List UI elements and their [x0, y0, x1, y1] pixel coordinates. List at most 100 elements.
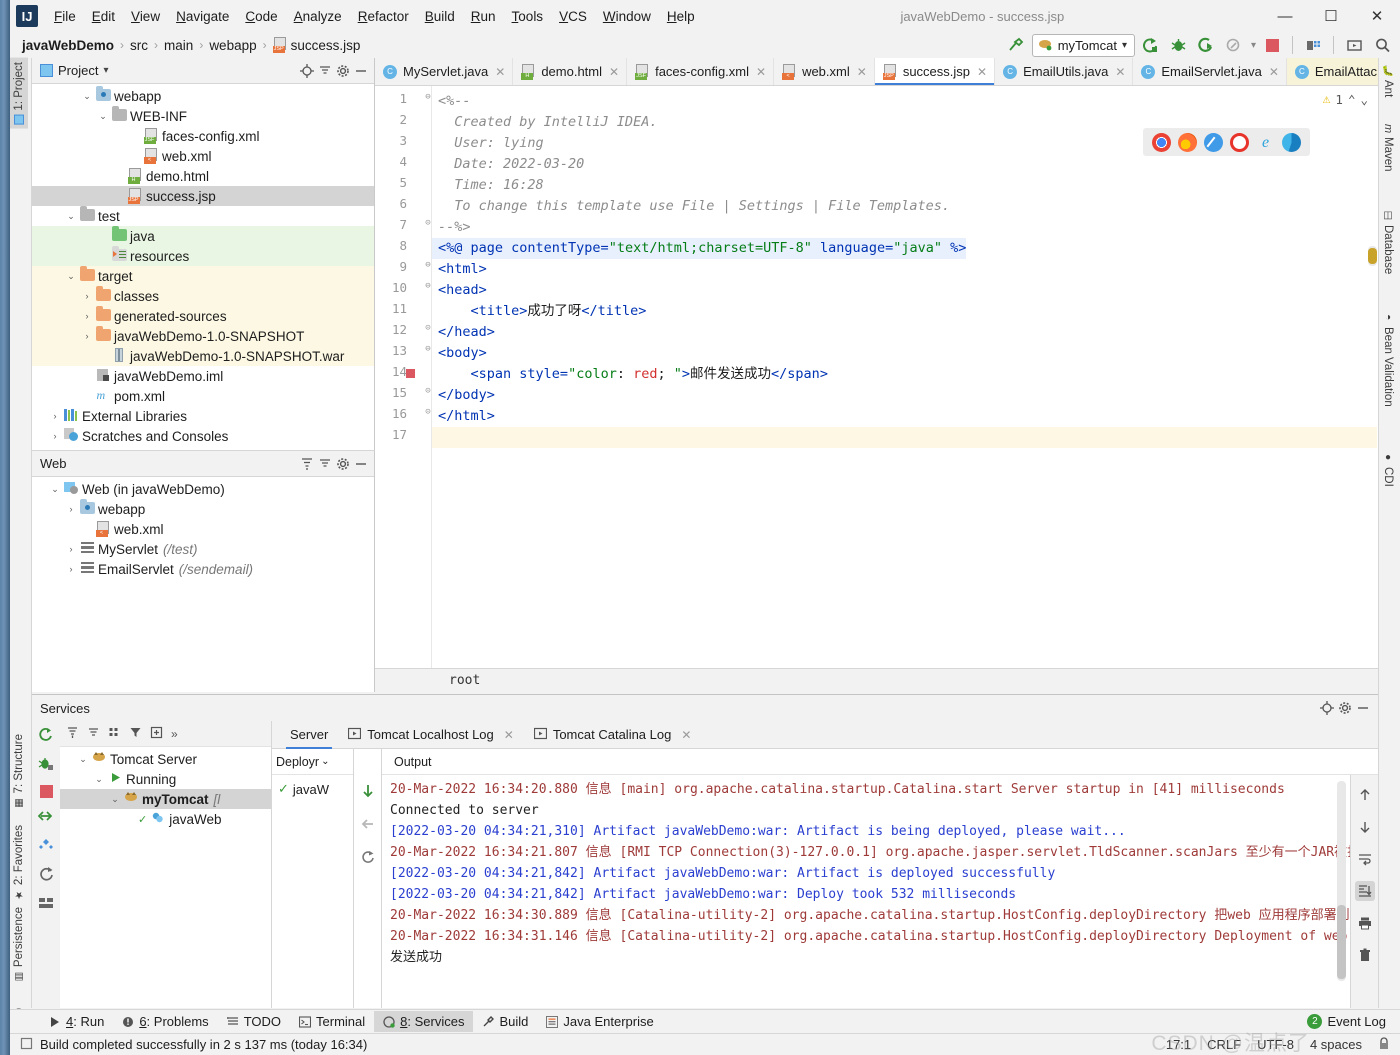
code-editor[interactable]: 1 ⊖ 2 3 4 5 6 7 ⊝ 8 9 ⊖ 10 ⊖ 11 12 ⊝ 13 ⊖ 14 15 ⊝ 16 ⊝ 17 <%-- C…: [375, 86, 1378, 692]
browser-preview-bar[interactable]: e: [1143, 128, 1310, 156]
close-button[interactable]: ✕: [1354, 0, 1400, 32]
group-icon[interactable]: [108, 726, 121, 742]
chevron-icon[interactable]: ⌄: [92, 774, 106, 785]
hide-icon[interactable]: [1354, 699, 1372, 717]
project-structure-icon[interactable]: [1301, 33, 1325, 57]
tool-window-build[interactable]: Build: [473, 1011, 537, 1032]
editor-tab-demo-html[interactable]: Hdemo.html ✕: [513, 58, 628, 85]
chevron-icon[interactable]: ›: [80, 291, 94, 301]
firefox-icon[interactable]: [1178, 132, 1197, 152]
collapse-all-icon[interactable]: [316, 455, 334, 473]
project-tree-node[interactable]: java: [32, 225, 374, 246]
maximize-button[interactable]: ☐: [1308, 0, 1354, 32]
project-panel-title-group[interactable]: Project ▾: [40, 63, 298, 78]
line-separator[interactable]: CRLF: [1207, 1037, 1241, 1052]
project-tree-node[interactable]: › javaWebDemo-1.0-SNAPSHOT: [32, 325, 374, 346]
breadcrumb-item-webapp[interactable]: webapp: [209, 38, 256, 53]
edit-config-icon[interactable]: [38, 837, 54, 856]
chevron-icon[interactable]: ›: [80, 311, 94, 321]
layout-icon[interactable]: [38, 895, 54, 914]
search-everywhere-icon[interactable]: [1370, 33, 1394, 57]
web-tree-node[interactable]: < web.xml: [32, 519, 374, 539]
tool-window-todo[interactable]: TODO: [218, 1011, 290, 1032]
event-log-indicator[interactable]: 2 Event Log: [1307, 1014, 1386, 1029]
restart-icon[interactable]: [38, 866, 54, 885]
hammer-icon[interactable]: [1004, 33, 1028, 57]
safari-icon[interactable]: [1204, 132, 1223, 152]
editor-scrollbar-thumb[interactable]: [1368, 248, 1377, 264]
hide-icon[interactable]: [352, 455, 370, 473]
menu-item-edit[interactable]: Edit: [84, 5, 123, 28]
sidebar-item-favorites[interactable]: ★ 2: Favorites: [10, 821, 28, 904]
services-tab-bar[interactable]: Server Tomcat Localhost Log ✕ Tomcat Catali…: [272, 721, 1378, 749]
inspection-indicator[interactable]: ⚠ 1 ⌃ ⌄: [1323, 92, 1368, 107]
chevron-icon[interactable]: ⌄: [64, 271, 78, 282]
chevron-icon[interactable]: ⌄: [48, 484, 62, 495]
menu-item-build[interactable]: Build: [417, 5, 463, 28]
menu-item-refactor[interactable]: Refactor: [350, 5, 417, 28]
refresh-icon[interactable]: [360, 849, 376, 868]
editor-tab-emailutils-java[interactable]: C EmailUtils.java ✕: [995, 58, 1134, 85]
breakpoint-icon[interactable]: [406, 369, 415, 378]
run-configuration-selector[interactable]: myTomcat ▾: [1031, 33, 1135, 57]
settings-icon[interactable]: [1336, 699, 1354, 717]
chevron-down-icon[interactable]: ⌄: [321, 756, 329, 767]
sidebar-item-persistence[interactable]: ▤ Persistence: [10, 903, 28, 986]
run-icon[interactable]: [1139, 33, 1163, 57]
project-tree-node[interactable]: < web.xml: [32, 146, 374, 166]
project-tree-node[interactable]: › Scratches and Consoles: [32, 426, 374, 446]
project-tree-node[interactable]: JSP success.jsp: [32, 186, 374, 206]
scroll-to-end-icon[interactable]: [1354, 881, 1375, 901]
web-tree-node[interactable]: › MyServlet (/test): [32, 539, 374, 559]
print-icon[interactable]: [1355, 913, 1375, 933]
menu-item-vcs[interactable]: VCS: [551, 5, 595, 28]
services-tab-server[interactable]: Server: [280, 721, 338, 749]
expand-all-icon[interactable]: [66, 726, 79, 742]
project-tree-node[interactable]: ⌄ test: [32, 205, 374, 226]
select-target-icon[interactable]: [1342, 33, 1366, 57]
tool-window-4-run[interactable]: 4: Run: [40, 1011, 113, 1032]
code-content[interactable]: <%-- Created by IntelliJ IDEA. User: lyi…: [431, 86, 1378, 692]
menu-item-window[interactable]: Window: [595, 5, 659, 28]
stop-icon[interactable]: [1260, 33, 1284, 57]
sidebar-item-cdi[interactable]: ● CDI: [1379, 448, 1397, 491]
deployment-item[interactable]: ✓ javaW: [272, 775, 353, 797]
services-tree-node[interactable]: ⌄ Running: [60, 769, 271, 789]
editor-breadcrumb-root[interactable]: root: [449, 673, 480, 688]
web-tree-node[interactable]: ⌄ Web (in javaWebDemo): [32, 479, 374, 499]
services-tree-node[interactable]: ✓ javaWeb: [60, 809, 271, 829]
indent-setting[interactable]: 4 spaces: [1310, 1037, 1362, 1052]
more-icon[interactable]: »: [171, 727, 178, 741]
chevron-icon[interactable]: ⌄: [108, 794, 122, 805]
close-icon[interactable]: ✕: [607, 65, 619, 79]
breadcrumb-item-src[interactable]: src: [130, 38, 148, 53]
editor-tab-success-jsp[interactable]: JSP success.jsp ✕: [874, 58, 996, 85]
project-tree-node[interactable]: Hdemo.html: [32, 166, 374, 186]
minimize-button[interactable]: —: [1262, 0, 1308, 32]
menu-item-analyze[interactable]: Analyze: [286, 5, 350, 28]
chevron-icon[interactable]: ⌄: [64, 211, 78, 222]
sidebar-item-ant[interactable]: 🐛 Ant: [1379, 60, 1397, 101]
scroll-down-icon[interactable]: [1355, 817, 1375, 837]
chevron-icon[interactable]: ›: [48, 411, 62, 421]
chrome-icon[interactable]: [1152, 132, 1171, 152]
project-tree-node[interactable]: JSF faces-config.xml: [32, 126, 374, 146]
collapse-all-icon[interactable]: [87, 726, 100, 742]
prev-problem-icon[interactable]: ⌃: [1348, 92, 1356, 107]
services-tree[interactable]: ⌄ Tomcat Server ⌄ Running ⌄ myTomcat [l ✓ javaWe…: [60, 747, 271, 829]
editor-gutter[interactable]: 1 ⊖ 2 3 4 5 6 7 ⊝ 8 9 ⊖ 10 ⊖ 11 12 ⊝ 13 ⊖ 14 15 ⊝ 16 ⊝ 17: [375, 86, 431, 692]
editor-tab-faces-config-xml[interactable]: JSF faces-config.xml ✕: [627, 58, 775, 85]
rerun-icon[interactable]: [38, 727, 54, 746]
chevron-icon[interactable]: ›: [48, 431, 62, 441]
expand-all-icon[interactable]: [298, 455, 316, 473]
clear-all-icon[interactable]: [1355, 945, 1375, 965]
chevron-icon[interactable]: ›: [64, 544, 78, 554]
project-tree-node[interactable]: javaWebDemo-1.0-SNAPSHOT.war: [32, 346, 374, 366]
menu-item-code[interactable]: Code: [237, 5, 285, 28]
project-tree-node[interactable]: resources: [32, 245, 374, 266]
tool-window-terminal[interactable]: Terminal: [290, 1011, 374, 1032]
close-icon[interactable]: ✕: [1267, 65, 1279, 79]
services-tab-tomcat-localhost-log[interactable]: Tomcat Localhost Log ✕: [338, 721, 524, 749]
web-tree-node[interactable]: › webapp: [32, 498, 374, 519]
menu-item-view[interactable]: View: [123, 5, 168, 28]
